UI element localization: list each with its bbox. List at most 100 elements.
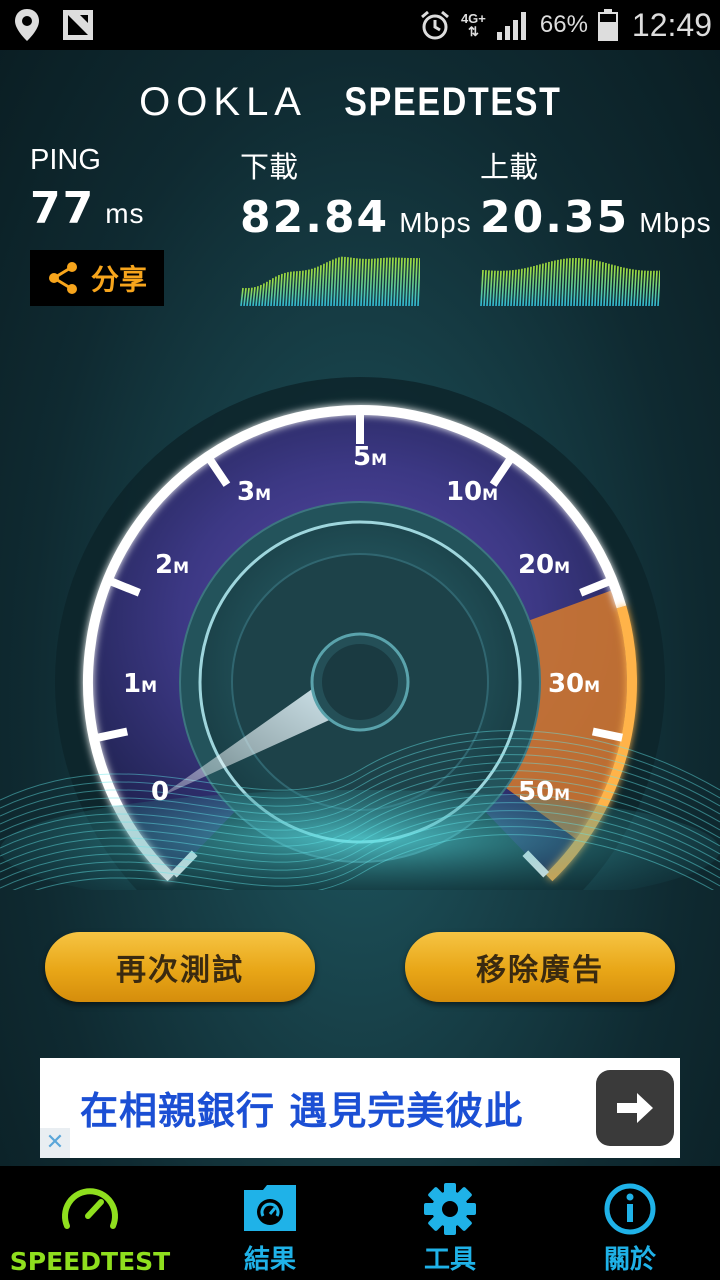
sparkline-bar — [369, 258, 373, 306]
ad-banner[interactable]: 在相親銀行 遇見完美彼此 — [40, 1058, 680, 1158]
nav-tools[interactable]: 工具 — [360, 1166, 540, 1280]
sparkline-bar — [594, 260, 598, 306]
sparkline-bar — [615, 266, 619, 306]
sparkline-bar — [564, 258, 568, 306]
upload-value: 20.35 — [480, 192, 630, 243]
ad-close-button[interactable]: ✕ — [40, 1128, 70, 1158]
ad-arrow-button[interactable] — [596, 1070, 674, 1146]
sparkline-bar — [318, 265, 322, 306]
sparkline-bar — [636, 270, 640, 306]
retest-button[interactable]: 再次測試 — [45, 932, 315, 1002]
nav-tools-label: 工具 — [423, 1245, 476, 1275]
sparkline-bar — [567, 258, 571, 306]
sparkline-bar — [246, 287, 250, 306]
sparkline-bar — [267, 279, 271, 306]
sparkline-bar — [297, 270, 301, 306]
share-button[interactable]: 分享 — [30, 250, 164, 306]
sparkline-bar — [414, 258, 418, 306]
sparkline-bar — [552, 260, 556, 306]
download-label: 下載 — [240, 152, 299, 184]
arrow-right-icon — [617, 1093, 653, 1123]
sparkline-bar — [483, 270, 487, 306]
sparkline-bar — [495, 270, 499, 306]
sparkline-bar — [621, 267, 625, 306]
network-type: 4G+ ⇅ — [460, 11, 486, 39]
sparkline-bar — [582, 258, 586, 306]
sparkline-bar — [261, 283, 265, 306]
sparkline-bar — [264, 281, 268, 306]
sparkline-bar — [360, 258, 364, 306]
sparkline-bar — [351, 257, 355, 306]
sparkline-bar — [573, 257, 577, 306]
sparkline-bar — [249, 287, 253, 306]
sparkline-bar — [300, 270, 304, 306]
sparkline-bar — [606, 263, 610, 306]
sparkline-bar — [381, 257, 385, 306]
sparkline-bar — [276, 275, 280, 306]
sparkline-bar — [603, 262, 607, 306]
sparkline-bar — [486, 270, 490, 306]
sparkline-bar — [534, 265, 538, 306]
sparkline-bar — [612, 265, 616, 306]
sparkline-bar — [285, 272, 289, 306]
sparkline-bar — [411, 258, 415, 306]
sparkline-bar — [243, 287, 247, 306]
sparkline-bar — [303, 270, 307, 306]
clock: 12:49 — [631, 6, 712, 43]
download-stat: 下載 82.84 Mbps — [240, 144, 472, 243]
sparkline-bar — [561, 258, 565, 306]
sparkline-bar — [399, 257, 403, 306]
sparkline-bar — [525, 267, 529, 306]
upload-label: 上載 — [480, 152, 539, 184]
ad-text: 在相親銀行 遇見完美彼此 — [80, 1089, 524, 1133]
sparkline-bar — [558, 259, 562, 306]
gear-icon — [424, 1183, 476, 1235]
alarm-icon — [420, 10, 449, 40]
sparkline-bar — [549, 261, 553, 306]
share-label: 分享 — [90, 263, 147, 296]
sparkline-bar — [648, 270, 652, 306]
sparkline-bar — [321, 263, 325, 306]
sparkline-bar — [282, 272, 286, 306]
sparkline-bar — [342, 256, 346, 306]
sparkline-bar — [507, 270, 511, 306]
sparkline-bar — [543, 262, 547, 306]
sparkline-bar — [384, 257, 388, 306]
sparkline-bar — [393, 257, 397, 306]
sparkline-bar — [528, 266, 532, 306]
sparkline-bar — [387, 257, 391, 306]
sparkline-bar — [591, 259, 595, 306]
sparkline-bar — [333, 258, 337, 306]
sparkline-bar — [531, 265, 535, 306]
sparkline-bar — [540, 263, 544, 306]
sparkline-bar — [366, 258, 370, 306]
sparkline-bar — [498, 270, 502, 306]
nav-about[interactable]: 關於 — [540, 1166, 720, 1280]
sparkline-bar — [339, 256, 343, 306]
sparkline-bar — [348, 257, 352, 306]
nav-speedtest[interactable]: SPEEDTEST — [0, 1166, 180, 1280]
speed-gauge: 0 1M 2M 3M 5M 10M 20M 30M 50M — [0, 377, 720, 890]
sparkline-bar — [510, 270, 514, 306]
sparkline-bar — [402, 257, 406, 306]
sparkline-bar — [324, 262, 328, 306]
battery-percent: 66% — [539, 11, 588, 38]
sparkline-bar — [651, 270, 655, 306]
data-arrows-icon: ⇅ — [467, 24, 479, 39]
sparkline-bar — [375, 258, 379, 306]
sparkline-bar — [513, 269, 517, 306]
sparkline-bar — [642, 270, 646, 306]
nav-results[interactable]: 結果 — [180, 1166, 360, 1280]
ping-stat: PING 77 ms — [30, 144, 145, 234]
sparkline-bar — [270, 278, 274, 306]
gauge-label-0: 0 — [151, 777, 169, 807]
sparkline-bar — [645, 270, 649, 306]
sparkline-bar — [309, 268, 313, 306]
remove-ads-button[interactable]: 移除廣告 — [405, 932, 675, 1002]
bottom-nav: SPEEDTEST 結果 工具 關於 — [0, 1166, 720, 1280]
sparkline-bar — [288, 271, 292, 306]
sparkline-bar — [522, 268, 526, 306]
sparkline-bar — [609, 264, 613, 306]
sparkline-bar — [633, 269, 637, 306]
sparkline-bar — [501, 270, 505, 306]
